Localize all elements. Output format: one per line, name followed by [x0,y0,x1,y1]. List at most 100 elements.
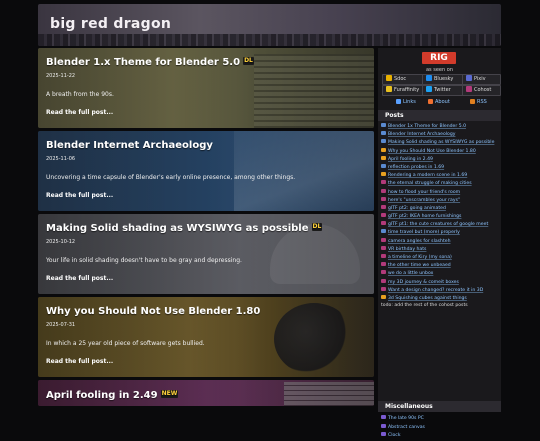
site-title[interactable]: big red dragon [50,16,171,32]
sidebar-post-link[interactable]: Want a design changed? recreate it in 3D [381,286,500,294]
sidebar-post-link[interactable]: the eternal struggle of making cities [381,180,500,187]
sidebar-misc-link[interactable]: Clock [381,432,500,439]
about-icon [428,99,433,104]
post-category-icon [381,262,386,267]
sidebar-post-link[interactable]: Blender 1x Theme for Blender 5.0 [381,123,500,130]
sidebar-misc-link[interactable]: Abstract canvas [381,423,500,431]
sidebar-post-link[interactable]: camera angles for slashteh [381,237,500,245]
post-title[interactable]: Why you Should Not Use Blender 1.80 [46,306,260,317]
post-category-icon [381,131,386,136]
post-card[interactable]: Blender 1.x Theme for Blender 5.0 DL 2025… [38,48,374,128]
links-link[interactable]: Links [396,99,416,105]
sidebar-post-link[interactable]: VR birthday hats [381,245,500,253]
read-more-link[interactable]: Read the full post... [46,192,113,199]
post-date: 2025-11-06 [46,156,76,162]
misc-icon [381,423,386,428]
duck-icon [386,75,392,81]
post-category-icon [381,254,386,258]
as-seen-on-label: as seen on [425,67,453,73]
download-badge: DL [311,223,323,231]
sidebar-post-link[interactable]: Blender Internet Archaeology [381,131,500,138]
social-link-cohost[interactable]: Cohost [462,85,501,96]
post-list-main: Blender 1.x Theme for Blender 5.0 DL 2025… [38,48,374,409]
post-category-icon [381,180,386,185]
site-header: big red dragon [38,4,501,46]
links-icon [396,99,401,104]
cohost-icon [466,86,472,92]
post-category-icon [381,221,386,226]
sidebar-post-link[interactable]: Rendering a modern scene in 1.69 [381,172,500,179]
post-category-icon [381,155,386,160]
post-category-icon [381,286,386,291]
misc-icon [381,432,386,437]
post-title[interactable]: Blender 1.x Theme for Blender 5.0 DL [46,57,254,68]
post-category-icon [381,204,386,209]
social-link-furaffinity[interactable]: Furaffinity [382,85,424,96]
post-category-icon [381,172,386,177]
sidebar-post-link[interactable]: my 3D journey & comeit boxes [381,278,500,286]
post-card[interactable]: April fooling in 2.49 NEW [38,380,374,406]
new-badge: NEW [160,390,179,398]
read-more-link[interactable]: Read the full post... [46,275,113,282]
about-link[interactable]: About [428,99,450,105]
sidebar-post-link[interactable]: time travel but (more) properly [381,229,500,236]
post-category-icon [381,139,386,144]
sidebar: RIG as seen on Sdoc Bluesky Pixiv Furaff… [378,48,501,438]
sidebar-post-link[interactable]: glTF pt2: IKEA home furnishings [381,213,500,220]
sidebar-post-link[interactable]: 3d Squishing cubes against things [381,294,500,302]
post-category-icon [381,213,386,218]
post-category-icon [381,229,386,234]
sidebar-post-link[interactable]: Making Solid shading as WYSIWYG as possi… [381,139,500,146]
post-card[interactable]: Making Solid shading as WYSIWYG as possi… [38,214,374,294]
social-link-sdoc[interactable]: Sdoc [382,74,424,85]
post-category-icon [381,196,386,201]
social-link-bluesky[interactable]: Bluesky [422,74,464,85]
post-category-icon [381,294,386,299]
sidebar-post-list: Blender 1x Theme for Blender 5.0 Blender … [381,123,500,310]
download-badge: DL [243,57,254,65]
sidebar-post-link[interactable]: we do a little unbox [381,270,500,277]
site-logo[interactable]: RIG [422,52,456,64]
post-excerpt: A breath from the 90s. [46,91,114,98]
twitter-icon [426,86,432,92]
sidebar-misc-link[interactable]: The late 90s PC [381,415,500,422]
post-card[interactable]: Blender Internet Archaeology 2025-11-06 … [38,131,374,211]
post-title[interactable]: April fooling in 2.49 NEW [46,390,179,401]
post-card[interactable]: Why you Should Not Use Blender 1.80 2025… [38,297,374,377]
post-category-icon [381,278,386,283]
social-link-twitter[interactable]: Twitter [422,85,464,96]
social-link-pixiv[interactable]: Pixiv [462,74,501,85]
post-excerpt: Your life in solid shading doesn't have … [46,257,242,264]
sidebar-misc-list: The late 90s PC Abstract canvas Clock [381,415,500,441]
post-category-icon [381,245,386,250]
read-more-link[interactable]: Read the full post... [46,109,113,116]
sidebar-post-link[interactable]: April fooling in 2.49 [381,155,500,163]
post-title[interactable]: Blender Internet Archaeology [46,140,213,151]
rss-link[interactable]: RSS [470,99,487,105]
sidebar-post-link[interactable]: glTF pt2: going animated [381,204,500,212]
post-category-icon [381,270,386,275]
rss-icon [470,99,475,104]
read-more-link[interactable]: Read the full post... [46,358,113,365]
post-title[interactable]: Making Solid shading as WYSIWYG as possi… [46,223,323,234]
post-date: 2025-10-12 [46,239,76,245]
sidebar-post-link[interactable]: reflection probes in 1.69 [381,163,500,171]
sidebar-post-link[interactable]: here's "unscrambles your rays" [381,196,500,204]
misc-icon [381,415,386,419]
post-date: 2025-07-31 [46,322,76,328]
sidebar-post-link[interactable]: how to flood your friend's room [381,188,500,196]
post-excerpt: In which a 25 year old piece of software… [46,340,205,347]
pixiv-icon [466,75,472,81]
post-date: 2025-11-22 [46,73,76,79]
post-category-icon [381,237,386,242]
sidebar-post-link[interactable]: the other time we unbeaed [381,262,500,269]
post-category-icon [381,123,386,127]
misc-section-heading: Miscellaneous [378,401,501,412]
sidebar-post-link[interactable]: a timeline of Kiry (my sona) [381,254,500,261]
sidebar-post-link[interactable]: Why you Should Not Use Blender 1.80 [381,147,500,155]
post-excerpt: Uncovering a time capsule of Blender's e… [46,174,296,181]
sidebar-post-link[interactable]: glTF pt1: the cute creatures of google m… [381,221,500,228]
header-banner-image [38,34,501,46]
bluesky-icon [426,75,432,81]
post-category-icon [381,147,386,152]
